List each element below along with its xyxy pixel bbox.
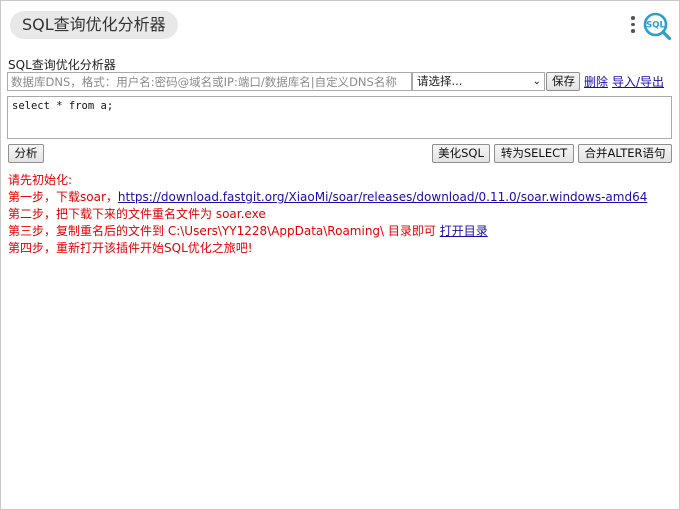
delete-link[interactable]: 删除: [584, 73, 608, 90]
step-3: 第三步，复制重名后的文件到 C:\Users\YY1228\AppData\Ro…: [8, 223, 647, 240]
chevron-down-icon: ⌄: [532, 76, 541, 87]
step-4: 第四步，重新打开该插件开始SQL优化之旅吧!: [8, 241, 253, 255]
connection-select[interactable]: 请选择... ⌄: [412, 72, 545, 91]
app-title: SQL查询优化分析器: [10, 11, 178, 39]
sql-search-logo-icon: SQL: [643, 12, 672, 41]
import-export-link[interactable]: 导入/导出: [612, 73, 664, 90]
step-1-text: 第一步，下载soar，: [8, 190, 118, 204]
analyze-button[interactable]: 分析: [8, 144, 44, 163]
svg-text:SQL: SQL: [646, 21, 665, 31]
init-title: 请先初始化:: [8, 173, 73, 187]
merge-alter-button[interactable]: 合并ALTER语句: [578, 144, 672, 163]
init-messages: 请先初始化: 第一步，下载soar，https://download.fastg…: [8, 172, 647, 257]
save-button[interactable]: 保存: [546, 72, 580, 91]
connection-select-value: 请选择...: [417, 74, 463, 88]
kebab-menu-icon[interactable]: [630, 16, 636, 36]
beautify-sql-button[interactable]: 美化SQL: [432, 144, 490, 163]
dns-input[interactable]: [7, 72, 412, 91]
download-link[interactable]: https://download.fastgit.org/XiaoMi/soar…: [118, 190, 647, 204]
step-2: 第二步，把下载下来的文件重名文件为 soar.exe: [8, 207, 266, 221]
section-label: SQL查询优化分析器: [8, 58, 116, 72]
open-directory-link[interactable]: 打开目录: [440, 224, 488, 238]
step-3-text: 第三步，复制重名后的文件到 C:\Users\YY1228\AppData\Ro…: [8, 224, 440, 238]
sql-editor[interactable]: select * from a;: [7, 96, 672, 139]
to-select-button[interactable]: 转为SELECT: [494, 144, 574, 163]
step-1: 第一步，下载soar，https://download.fastgit.org/…: [8, 189, 647, 206]
